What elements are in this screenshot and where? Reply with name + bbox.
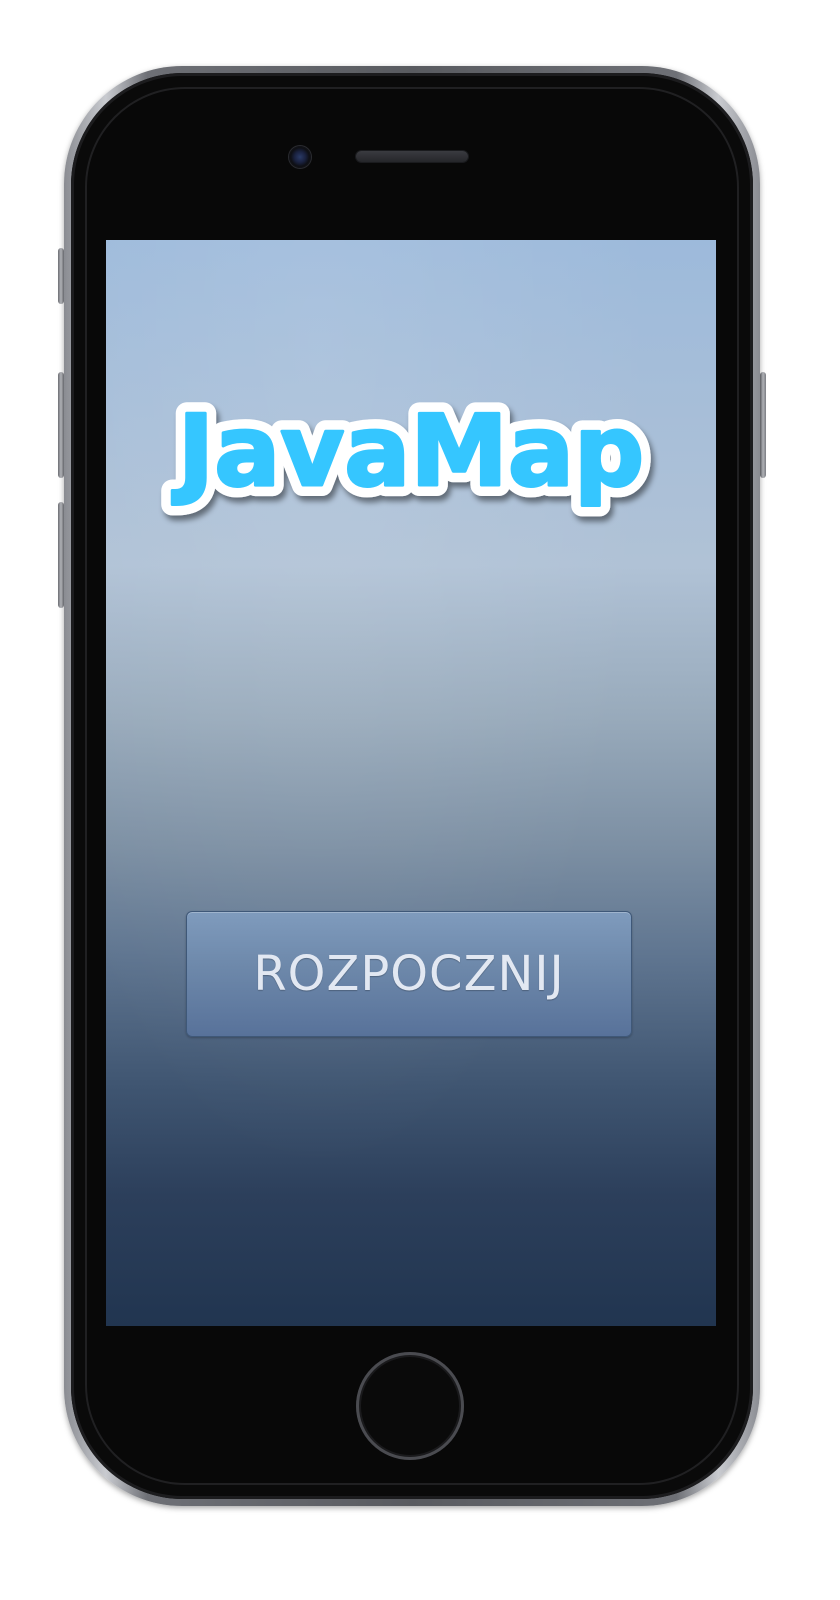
speaker-icon [356,151,468,162]
power-button [760,372,766,478]
app-logo: JavaMap JavaMap [106,390,716,530]
home-button-icon[interactable] [356,1352,464,1460]
logo-graphic: JavaMap JavaMap [161,390,655,520]
start-button-label: ROZPOCZNIJ [253,946,565,1002]
logo-text: JavaMap [172,395,644,509]
camera-icon [289,146,311,168]
start-button[interactable]: ROZPOCZNIJ [186,911,632,1037]
app-screen: JavaMap JavaMap ROZPOCZNIJ [106,240,716,1326]
